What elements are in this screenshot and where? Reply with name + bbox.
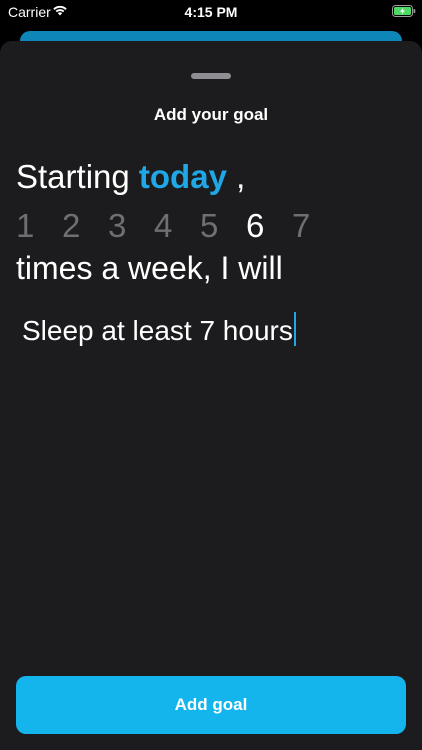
goal-text-value: Sleep at least 7 hours xyxy=(22,315,293,346)
add-goal-button[interactable]: Add goal xyxy=(16,676,406,734)
day-option-2[interactable]: 2 xyxy=(62,207,108,245)
clock-time: 4:15 PM xyxy=(184,4,238,20)
day-option-6[interactable]: 6 xyxy=(246,207,292,245)
sheet-title: Add your goal xyxy=(153,105,269,124)
battery-charging-icon xyxy=(392,5,416,17)
goal-text-input[interactable]: Sleep at least 7 hours xyxy=(22,312,402,352)
starting-line: Starting today , xyxy=(16,158,245,196)
times-a-week-label: times a week, I will xyxy=(16,250,283,286)
day-option-3[interactable]: 3 xyxy=(108,207,154,245)
starting-suffix: , xyxy=(226,158,246,195)
days-per-week-picker: 1234567 xyxy=(16,207,338,247)
start-date-button[interactable]: today xyxy=(139,158,227,195)
text-caret xyxy=(293,312,296,346)
day-option-4[interactable]: 4 xyxy=(154,207,200,245)
add-goal-sheet: Add your goal Starting today , 1234567 t… xyxy=(0,41,422,750)
day-option-1[interactable]: 1 xyxy=(16,207,62,245)
day-option-5[interactable]: 5 xyxy=(200,207,246,245)
app-screen: Carrier 4:15 PM Add your goal Starting t… xyxy=(0,0,422,750)
status-bar: Carrier 4:15 PM xyxy=(0,0,422,24)
day-option-7[interactable]: 7 xyxy=(292,207,338,245)
sheet-grabber[interactable] xyxy=(191,73,231,79)
starting-prefix: Starting xyxy=(16,158,130,195)
